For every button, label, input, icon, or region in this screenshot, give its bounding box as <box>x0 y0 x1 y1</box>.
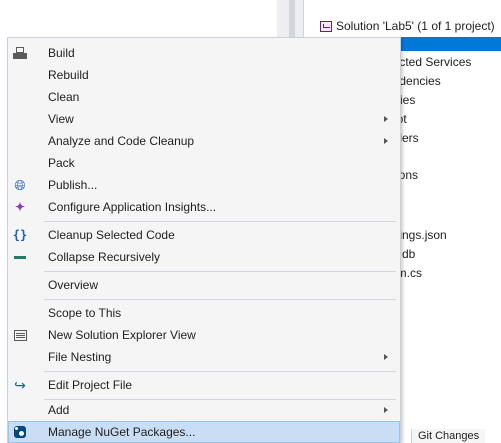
edit-arrow-icon: ↪ <box>14 376 26 393</box>
solution-icon <box>320 20 332 32</box>
menu-separator <box>44 221 396 222</box>
menu-separator <box>44 271 396 272</box>
menu-separator <box>44 371 396 372</box>
menu-item-publish[interactable]: 🌐︎ Publish... <box>8 174 400 196</box>
menu-item-add[interactable]: Add <box>8 399 400 421</box>
git-changes-tab[interactable]: Git Changes <box>411 429 486 443</box>
menu-item-label: File Nesting <box>48 350 112 364</box>
nuget-icon <box>12 424 28 440</box>
menu-item-clean[interactable]: Clean <box>8 86 400 108</box>
menu-item-label: Configure Application Insights... <box>48 200 217 214</box>
globe-icon: 🌐︎ <box>14 176 26 193</box>
menu-item-label: Build <box>48 46 75 60</box>
submenu-arrow-icon <box>384 138 388 144</box>
menu-item-label: Edit Project File <box>48 378 133 392</box>
menu-item-scope-to-this[interactable]: Scope to This <box>8 302 400 324</box>
editor-gutter <box>0 0 5 443</box>
menu-item-label: View <box>48 112 74 126</box>
menu-separator <box>44 299 396 300</box>
menu-item-configure-application-insights[interactable]: ✦ Configure Application Insights... <box>8 196 400 218</box>
menu-item-label: Collapse Recursively <box>48 250 161 264</box>
menu-item-analyze-and-code-cleanup[interactable]: Analyze and Code Cleanup <box>8 130 400 152</box>
scrollbar-thumb[interactable] <box>289 0 295 40</box>
menu-item-label: Rebuild <box>48 68 89 82</box>
menu-item-manage-nuget-packages[interactable]: Manage NuGet Packages... <box>8 421 400 443</box>
menu-item-edit-project-file[interactable]: ↪ Edit Project File <box>8 374 400 396</box>
braces-icon: {} <box>12 228 28 242</box>
solution-root-node[interactable]: Solution 'Lab5' (1 of 1 project) <box>320 18 495 34</box>
submenu-arrow-icon <box>384 354 388 360</box>
menu-item-rebuild[interactable]: Rebuild <box>8 64 400 86</box>
menu-item-label: Analyze and Code Cleanup <box>48 134 195 148</box>
menu-item-label: Clean <box>48 90 80 104</box>
submenu-arrow-icon <box>384 116 388 122</box>
menu-item-label: Publish... <box>48 178 98 192</box>
menu-item-new-solution-explorer-view[interactable]: New Solution Explorer View <box>8 324 400 346</box>
collapse-icon <box>12 249 28 265</box>
submenu-arrow-icon <box>384 407 388 413</box>
new-view-icon <box>12 327 28 343</box>
build-icon <box>12 45 28 61</box>
menu-item-label: Add <box>48 403 70 417</box>
menu-item-label: Overview <box>48 278 99 292</box>
menu-item-pack[interactable]: Pack <box>8 152 400 174</box>
menu-item-label: Cleanup Selected Code <box>48 228 175 242</box>
menu-item-label: New Solution Explorer View <box>48 328 196 342</box>
menu-item-label: Manage NuGet Packages... <box>48 425 196 439</box>
project-context-menu: Build Rebuild Clean View Analyze and Cod… <box>7 37 401 443</box>
menu-item-label: Pack <box>48 156 75 170</box>
menu-item-file-nesting[interactable]: File Nesting <box>8 346 400 368</box>
menu-item-overview[interactable]: Overview <box>8 274 400 296</box>
menu-item-build[interactable]: Build <box>8 42 400 64</box>
menu-item-collapse-recursively[interactable]: Collapse Recursively <box>8 246 400 268</box>
application-insights-icon: ✦ <box>14 200 26 214</box>
menu-item-label: Scope to This <box>48 306 122 320</box>
menu-item-cleanup-selected-code[interactable]: {} Cleanup Selected Code <box>8 224 400 246</box>
solution-root-label: Solution 'Lab5' (1 of 1 project) <box>336 19 495 33</box>
menu-item-view[interactable]: View <box>8 108 400 130</box>
